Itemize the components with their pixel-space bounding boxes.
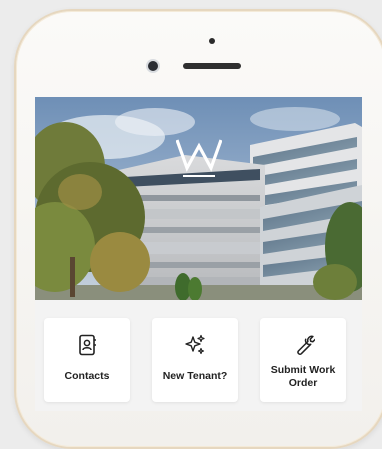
- contacts-tile[interactable]: Contacts: [44, 318, 130, 402]
- wrench-icon: [297, 335, 315, 355]
- logo-underline: [183, 175, 215, 177]
- hero-building-image: [35, 97, 362, 300]
- sparkles-icon: [185, 334, 205, 355]
- new-tenant-label: New Tenant?: [162, 370, 228, 382]
- contacts-book-icon: [79, 334, 96, 356]
- sensor-dot: [209, 38, 215, 44]
- submit-work-order-tile[interactable]: Submit Work Order: [260, 318, 346, 402]
- quick-actions: Contacts New Tenant? Submit Work Order: [35, 300, 362, 411]
- earpiece-speaker: [183, 63, 241, 69]
- brand-logo-icon: [176, 139, 222, 172]
- front-camera: [148, 61, 158, 71]
- submit-work-order-label: Submit Work Order: [270, 364, 336, 389]
- contacts-label: Contacts: [64, 370, 110, 382]
- app-screen: Contacts New Tenant? Submit Work Order: [35, 97, 362, 411]
- new-tenant-tile[interactable]: New Tenant?: [152, 318, 238, 402]
